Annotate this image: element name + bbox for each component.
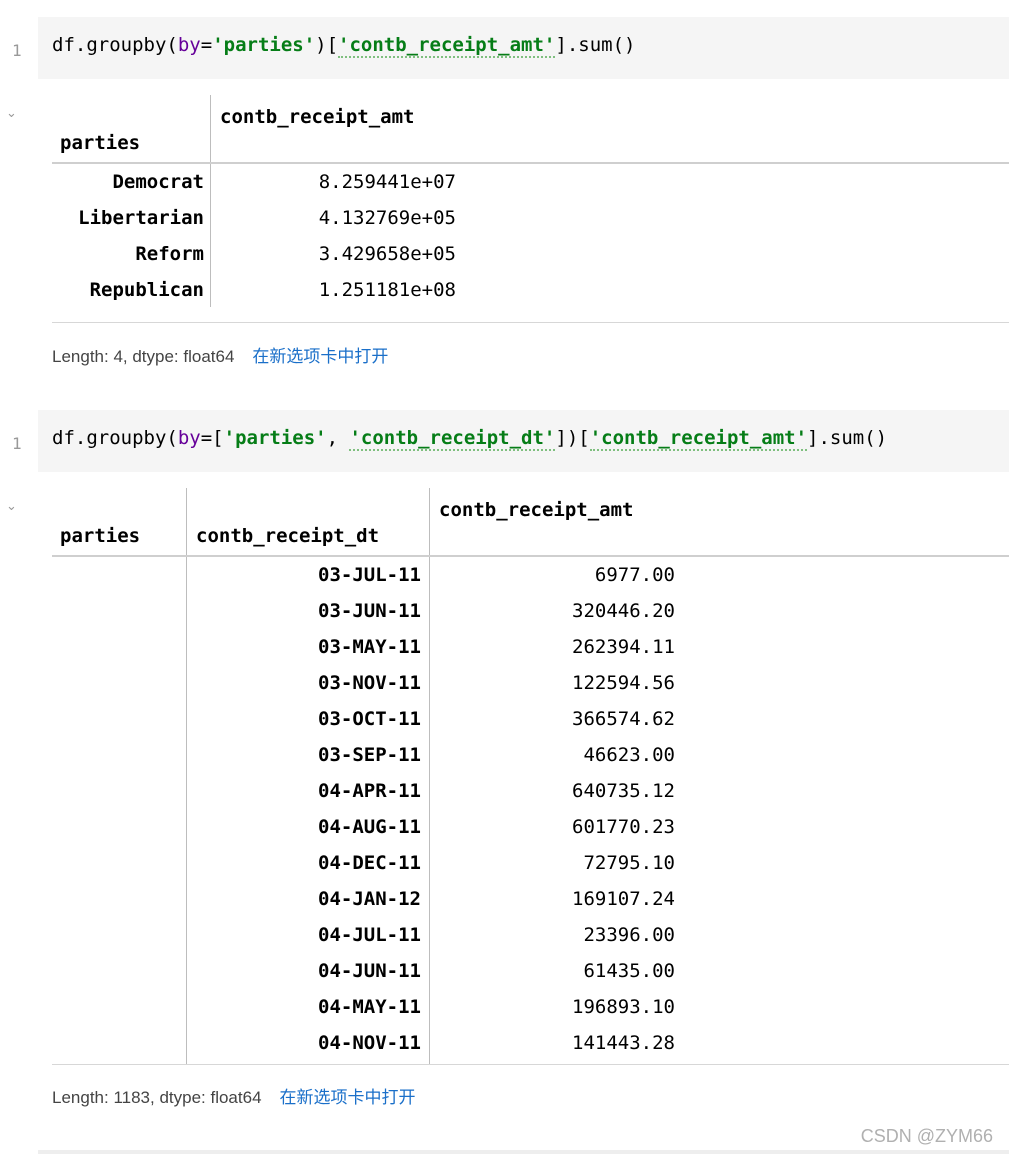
row-value: 6977.00 — [594, 564, 675, 586]
row-index: 03-MAY-11 — [318, 636, 421, 658]
index-header: parties — [60, 132, 141, 154]
row-index: 04-JUN-11 — [318, 960, 421, 982]
row-value: 169107.24 — [572, 888, 675, 910]
code-cell-1[interactable]: df.groupby(by='parties')['contb_receipt_… — [38, 17, 1009, 79]
column-header: contb_receipt_amt — [439, 499, 634, 521]
header-divider — [52, 555, 1009, 557]
row-index: 03-SEP-11 — [318, 744, 421, 766]
index-divider — [210, 95, 211, 307]
row-index: Republican — [89, 279, 204, 301]
row-index: 04-MAY-11 — [318, 996, 421, 1018]
code-cell-2[interactable]: df.groupby(by=['parties', 'contb_receipt… — [38, 410, 1009, 472]
row-value: 72795.10 — [583, 852, 675, 874]
table-bottom-divider — [52, 322, 1009, 323]
row-value: 196893.10 — [572, 996, 675, 1018]
row-index: 04-APR-11 — [318, 780, 421, 802]
output-meta: Length: 1183, dtype: float64 在新选项卡中打开 — [52, 1088, 416, 1107]
row-value: 46623.00 — [583, 744, 675, 766]
row-value: 1.251181e+08 — [318, 279, 456, 301]
watermark: CSDN @ZYM66 — [860, 1126, 993, 1146]
row-index: 04-NOV-11 — [318, 1032, 421, 1054]
row-value: 122594.56 — [572, 672, 675, 694]
row-index: 03-JUL-11 — [318, 564, 421, 586]
index-header: parties — [60, 525, 141, 547]
row-index: 04-JUL-11 — [318, 924, 421, 946]
chevron-down-icon[interactable]: ⌄ — [6, 499, 20, 514]
open-in-new-tab-link[interactable]: 在新选项卡中打开 — [280, 1088, 416, 1107]
open-in-new-tab-link[interactable]: 在新选项卡中打开 — [252, 347, 388, 366]
row-index: Democrat — [112, 171, 204, 193]
chevron-down-icon[interactable]: ⌄ — [6, 106, 20, 121]
row-index: 04-AUG-11 — [318, 816, 421, 838]
divider — [38, 1150, 1009, 1154]
row-value: 601770.23 — [572, 816, 675, 838]
row-index: Libertarian — [78, 207, 204, 229]
row-value: 3.429658e+05 — [318, 243, 456, 265]
output-meta: Length: 4, dtype: float64 在新选项卡中打开 — [52, 347, 389, 366]
row-value: 320446.20 — [572, 600, 675, 622]
row-index: 03-NOV-11 — [318, 672, 421, 694]
row-index: 04-JAN-12 — [318, 888, 421, 910]
row-index: 03-OCT-11 — [318, 708, 421, 730]
row-value: 366574.62 — [572, 708, 675, 730]
row-value: 4.132769e+05 — [318, 207, 456, 229]
index-divider — [429, 488, 430, 1064]
line-number: 1 — [12, 41, 22, 60]
row-index: 03-JUN-11 — [318, 600, 421, 622]
row-value: 23396.00 — [583, 924, 675, 946]
row-index: Reform — [135, 243, 204, 265]
row-value: 640735.12 — [572, 780, 675, 802]
row-value: 262394.11 — [572, 636, 675, 658]
row-index: 04-DEC-11 — [318, 852, 421, 874]
column-header: contb_receipt_amt — [220, 106, 415, 128]
index-header: contb_receipt_dt — [196, 525, 380, 547]
row-value: 61435.00 — [583, 960, 675, 982]
code-line[interactable]: df.groupby(by='parties')['contb_receipt_… — [52, 34, 635, 58]
row-value: 8.259441e+07 — [318, 171, 456, 193]
row-value: 141443.28 — [572, 1032, 675, 1054]
header-divider — [52, 162, 1009, 164]
table-bottom-divider — [52, 1064, 1009, 1065]
index-divider — [186, 488, 187, 1064]
line-number: 1 — [12, 434, 22, 453]
code-line[interactable]: df.groupby(by=['parties', 'contb_receipt… — [52, 427, 887, 451]
